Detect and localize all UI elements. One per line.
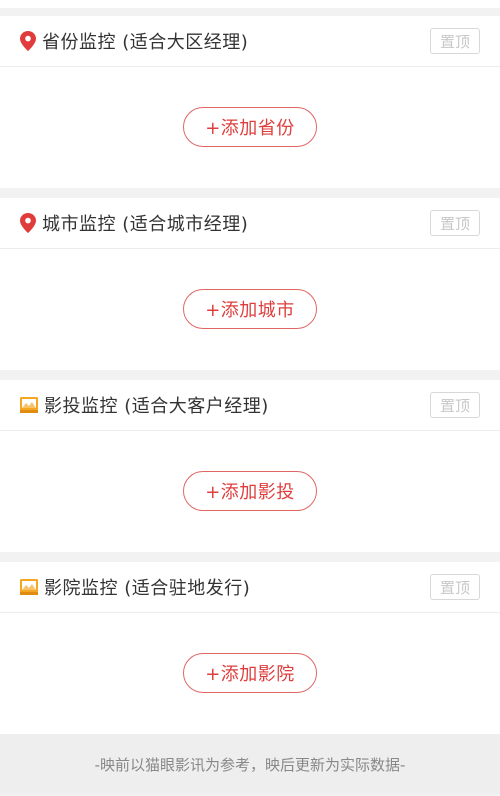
card-header: 影投监控 (适合大客户经理) 置顶: [0, 380, 500, 431]
cinema-icon: [20, 579, 38, 595]
cinema-icon: [20, 397, 38, 413]
province-monitor-card: 省份监控 (适合大区经理) 置顶 +添加省份: [0, 16, 500, 188]
card-header: 影院监控 (适合驻地发行) 置顶: [0, 562, 500, 613]
cinema-monitor-card: 影院监控 (适合驻地发行) 置顶 +添加影院: [0, 562, 500, 734]
top-spacer: [0, 0, 500, 16]
card-title: 影投监控 (适合大客户经理): [44, 396, 269, 417]
footer-note: -映前以猫眼影讯为参考，映后更新为实际数据-: [0, 734, 500, 794]
add-province-button[interactable]: +添加省份: [183, 107, 317, 147]
location-pin-icon: [20, 213, 36, 233]
pin-to-top-button[interactable]: 置顶: [430, 28, 480, 54]
card-title: 省份监控 (适合大区经理): [42, 32, 249, 53]
card-header: 省份监控 (适合大区经理) 置顶: [0, 16, 500, 67]
location-pin-icon: [20, 31, 36, 51]
add-cinema-button[interactable]: +添加影院: [183, 653, 317, 693]
card-body: +添加城市: [0, 249, 500, 369]
pin-to-top-button[interactable]: 置顶: [430, 210, 480, 236]
card-body: +添加影院: [0, 613, 500, 733]
pin-to-top-button[interactable]: 置顶: [430, 574, 480, 600]
card-title: 城市监控 (适合城市经理): [42, 214, 249, 235]
add-cinema-chain-button[interactable]: +添加影投: [183, 471, 317, 511]
add-city-button[interactable]: +添加城市: [183, 289, 317, 329]
city-monitor-card: 城市监控 (适合城市经理) 置顶 +添加城市: [0, 198, 500, 370]
cinema-chain-monitor-card: 影投监控 (适合大客户经理) 置顶 +添加影投: [0, 380, 500, 552]
card-body: +添加影投: [0, 431, 500, 551]
card-header: 城市监控 (适合城市经理) 置顶: [0, 198, 500, 249]
card-title: 影院监控 (适合驻地发行): [44, 578, 251, 599]
pin-to-top-button[interactable]: 置顶: [430, 392, 480, 418]
card-body: +添加省份: [0, 67, 500, 187]
